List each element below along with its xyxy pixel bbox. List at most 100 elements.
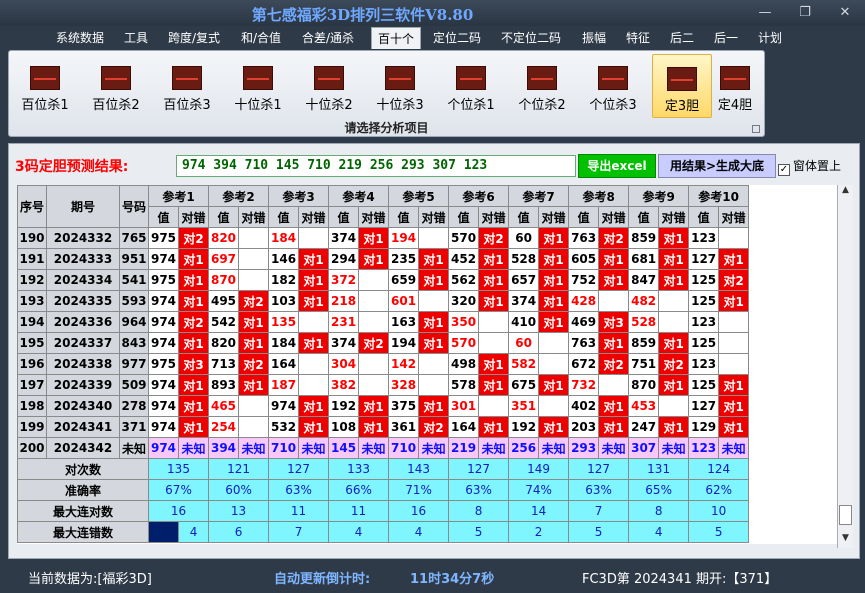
prediction-result-field[interactable]: 974 394 710 145 710 219 256 293 307 123 [176,155,576,177]
checkbox-checked-icon[interactable]: ✓ [778,164,790,176]
stats-value: 71% [388,479,450,501]
scrollbar-thumb[interactable] [839,505,852,525]
cell-status [418,353,450,375]
cell-status: 对1 [478,353,510,375]
data-grid[interactable]: 序号 期号 号码 参考1 参考2 参考3 参考4 参考5 参考6 参考7 参考8 参考9 参考10 值对错… [17,185,837,544]
menu-diff-kill[interactable]: 合差/通杀 [302,29,354,46]
table-row[interactable]: 197 2024339 509 974 对1 893 对1 187 382 328 578 对1 675… [17,374,750,396]
cell-status: 对1 [358,416,390,438]
menu-amplitude[interactable]: 振幅 [582,29,606,46]
header-ref-10: 参考10 [688,185,750,207]
cell-status: 对1 [298,332,330,354]
maximize-icon[interactable]: ❐ [794,4,816,22]
generate-base-button[interactable]: 用结果>生成大底 [658,154,776,178]
menu-plan[interactable]: 计划 [758,29,782,46]
ribbon-btn-tens-kill-1[interactable]: 十位杀1 [228,54,288,118]
predict-value: 307 [628,437,660,459]
cell-value: 123 [688,227,720,249]
header-row: 序号 期号 号码 参考1 参考2 参考3 参考4 参考5 参考6 参考7 参考8 参考9 参考10 [17,185,750,228]
row-period: 2024339 [46,374,120,396]
table-row[interactable]: 191 2024333 951 974 对1 697 146 对1 294 对1 235 对1 452 对… [17,248,750,270]
table-row[interactable]: 194 2024336 964 974 对2 542 对1 135 231 163 对1 350 410… [17,311,750,333]
subheader-value: 值 [628,206,660,228]
dialog-launcher-icon[interactable] [752,125,760,133]
menu-span-compound[interactable]: 跨度/复式 [168,29,220,46]
cell-value: 578 [448,374,480,396]
ribbon-btn-hundreds-kill-2[interactable]: 百位杀2 [86,54,146,118]
table-row[interactable]: 198 2024340 278 974 对1 465 974 对1 192 对1 375 对1 301 3… [17,395,750,417]
chart-icon [720,66,750,90]
cell-value: 127 [688,248,720,270]
cell-status [598,374,630,396]
cell-status [238,248,270,270]
close-icon[interactable]: ✕ [834,4,856,22]
row-period: 2024335 [46,290,120,312]
row-code: 278 [119,395,149,417]
stats-label: 对次数 [17,458,149,480]
menu-position-tab[interactable]: 百十个 [371,27,422,49]
ribbon-btn-tens-kill-2[interactable]: 十位杀2 [299,54,359,118]
cell-value: 428 [568,290,600,312]
cell-status: 对1 [598,416,630,438]
results-table: 序号 期号 号码 参考1 参考2 参考3 参考4 参考5 参考6 参考7 参考8 参考9 参考10 值对错… [17,185,750,543]
table-row[interactable]: 190 2024332 765 975 对2 820 184 374 对1 194 570 对2 60 对… [17,227,750,249]
cell-value: 184 [268,332,300,354]
cell-value: 164 [268,353,300,375]
cell-value: 681 [628,248,660,270]
cell-status: 对1 [418,248,450,270]
cell-value: 495 [208,290,240,312]
menu-tools[interactable]: 工具 [124,29,148,46]
cell-value: 304 [328,353,360,375]
table-row[interactable]: 195 2024337 843 974 对1 820 对1 184 对1 374 对2 194 对1 57… [17,332,750,354]
ribbon-btn-hundreds-kill-3[interactable]: 百位杀3 [157,54,217,118]
vertical-scrollbar[interactable]: ▲ ▼ [837,185,853,548]
ribbon-btn-fix-4-dan[interactable]: 定4胆 [705,54,765,118]
cell-value: 974 [268,395,300,417]
cell-value: 820 [208,227,240,249]
cell-value: 570 [448,227,480,249]
row-period: 2024338 [46,353,120,375]
menu-feature[interactable]: 特征 [626,29,650,46]
row-seq: 193 [17,290,47,312]
cell-value: 893 [208,374,240,396]
minimize-icon[interactable]: — [754,4,776,22]
status-bar: 当前数据为:[福彩3D] 自动更新倒计时: 11时34分7秒 FC3D第 202… [0,562,865,593]
cell-status: 对1 [238,332,270,354]
menu-fixed-two[interactable]: 定位二码 [433,29,481,46]
menu-last-two[interactable]: 后二 [670,29,694,46]
stats-value: 11 [268,500,330,522]
cell-value: 375 [388,395,420,417]
ribbon-btn-hundreds-kill-1[interactable]: 百位杀1 [15,54,75,118]
stats-value: 8 [448,500,510,522]
export-excel-button[interactable]: 导出excel [578,154,656,178]
menu-last-one[interactable]: 后一 [714,29,738,46]
ribbon-btn-fix-3-dan[interactable]: 定3胆 [652,54,712,118]
cell-value: 820 [208,332,240,354]
table-row[interactable]: 192 2024334 541 975 对1 870 182 对1 372 659 对1 562 对1 6… [17,269,750,291]
table-row[interactable]: 193 2024335 593 974 对1 495 对2 103 对1 218 601 320 对1 3… [17,290,750,312]
header-ref-5: 参考5 [388,185,450,207]
predict-status: 未知 [538,437,570,459]
cell-value: 870 [208,269,240,291]
table-row[interactable]: 196 2024338 977 975 对3 713 对2 164 304 142 498 对1 582… [17,353,750,375]
menu-unfixed-two[interactable]: 不定位二码 [501,29,561,46]
menu-sum[interactable]: 和/合值 [241,29,281,46]
ribbon-btn-tens-kill-3[interactable]: 十位杀3 [370,54,430,118]
predict-value: 710 [388,437,420,459]
ribbon-btn-units-kill-1[interactable]: 个位杀1 [441,54,501,118]
prediction-row[interactable]: 200 2024342 未知 974 未知 394 未知 710 未知 145 未知 710 未知 219… [17,437,750,459]
scroll-up-icon[interactable]: ▲ [838,185,853,199]
cell-status [418,227,450,249]
scroll-down-icon[interactable]: ▼ [838,533,853,547]
header-ref-6: 参考6 [448,185,510,207]
cell-value: 974 [148,290,179,312]
row-code: 765 [119,227,149,249]
topmost-checkbox[interactable]: ✓ 窗体置上 [778,157,841,176]
chart-icon [385,66,415,90]
cell-status: 对1 [658,227,690,249]
menu-system-data[interactable]: 系统数据 [56,29,104,46]
ribbon-btn-units-kill-3[interactable]: 个位杀3 [583,54,643,118]
table-row[interactable]: 199 2024341 371 974 对1 254 532 对1 108 对1 361 对2 164 对… [17,416,750,438]
cell-status: 对1 [718,374,750,396]
ribbon-btn-units-kill-2[interactable]: 个位杀2 [512,54,572,118]
